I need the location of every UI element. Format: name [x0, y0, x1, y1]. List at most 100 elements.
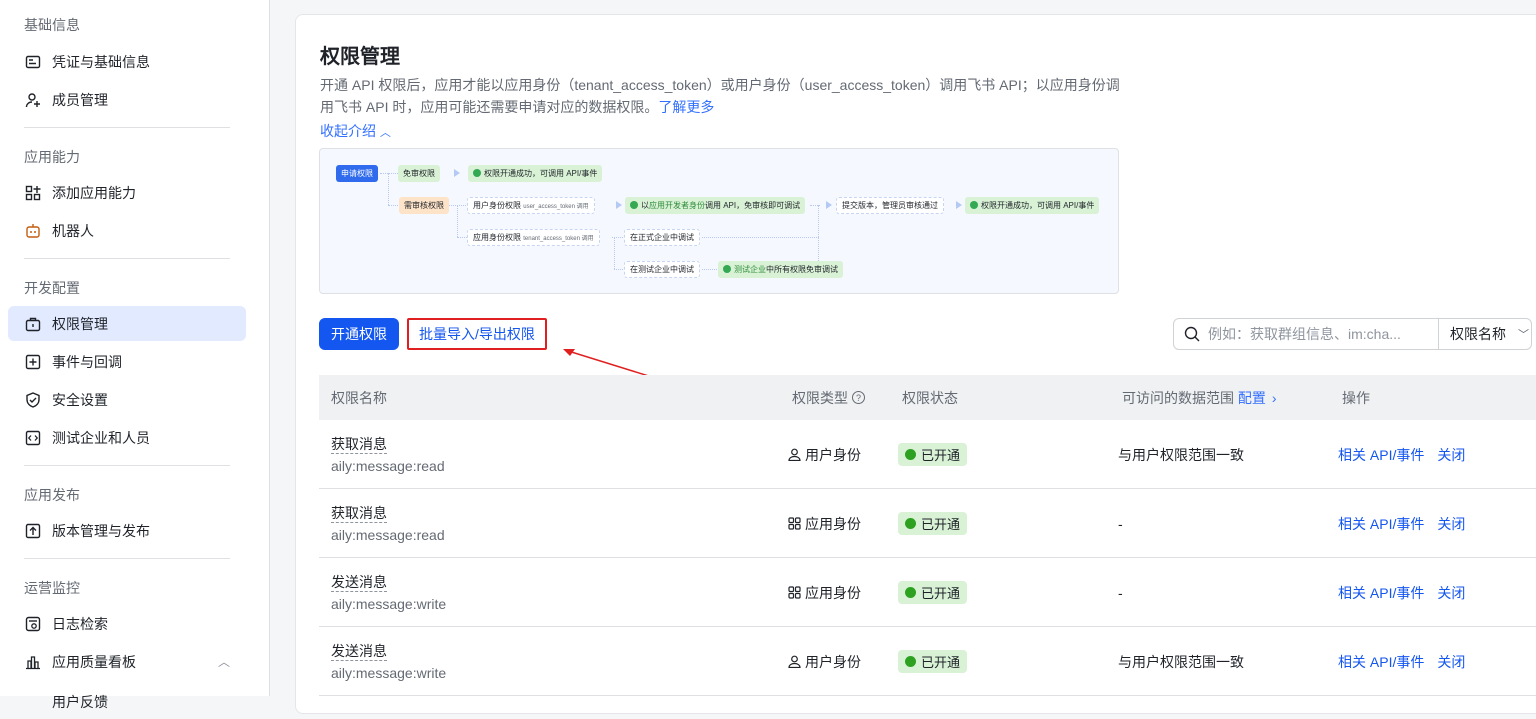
sidebar-item-permissions[interactable]: 权限管理 [8, 306, 246, 341]
permission-type-cell: 应用身份 [788, 558, 861, 627]
sidebar-item-members[interactable]: 成员管理 [8, 82, 246, 117]
node-success: 权限开通成功，可调用 API/事件 [468, 165, 602, 182]
sidebar-item-label: 事件与回调 [52, 352, 122, 372]
sidebar-item-logs[interactable]: 日志检索 [8, 606, 246, 641]
close-permission-link[interactable]: 关闭 [1437, 445, 1465, 465]
debug-icon [723, 265, 731, 273]
status-text: 已开通 [921, 445, 960, 464]
node-text: 调用 API，免审核即可调试 [705, 201, 800, 210]
permission-name[interactable]: 获取消息 [331, 505, 387, 523]
divider [24, 127, 230, 128]
permission-type-cell: 应用身份 [788, 489, 861, 558]
sidebar-item-events[interactable]: 事件与回调 [8, 344, 246, 379]
sidebar-item-credentials[interactable]: 凭证与基础信息 [8, 44, 246, 79]
data-scope: - [1118, 558, 1123, 627]
chevron-right-icon[interactable]: › [1272, 390, 1277, 406]
chevron-up-icon[interactable]: ︿ [218, 653, 230, 670]
node-app-perm: 应用身份权限 tenant_access_token 调用 [467, 229, 600, 246]
permission-name[interactable]: 发送消息 [331, 574, 387, 592]
node-free: 免审权限 [398, 165, 440, 182]
event-icon [24, 353, 42, 371]
header-ops: 操作 [1342, 375, 1370, 420]
related-api-link[interactable]: 相关 API/事件 [1338, 583, 1424, 603]
permission-name-cell: 获取消息aily:message:read [331, 420, 445, 489]
shield-icon [24, 391, 42, 409]
search-field-select[interactable]: 权限名称 ﹀ [1438, 319, 1531, 349]
sidebar-item-label: 安全设置 [52, 390, 108, 410]
search-input[interactable] [1208, 326, 1438, 342]
sidebar-item-label: 成员管理 [52, 90, 108, 110]
permission-type-cell: 用户身份 [788, 627, 861, 696]
status-badge: 已开通 [898, 512, 967, 535]
header-type: 权限类型? [792, 375, 865, 420]
select-value: 权限名称 [1450, 324, 1506, 344]
configure-scope-link[interactable]: 配置 [1238, 388, 1266, 408]
permission-status-cell: 已开通 [898, 420, 967, 489]
batch-import-export-button[interactable]: 批量导入/导出权限 [407, 318, 547, 350]
table-header: 权限名称 权限类型? 权限状态 可访问的数据范围 配置› 操作 [319, 375, 1536, 420]
data-scope: 与用户权限范围一致 [1118, 420, 1244, 489]
sidebar-item-feedback[interactable]: 用户反馈 [8, 684, 246, 719]
credential-icon [24, 53, 42, 71]
node-user-perm: 用户身份权限 user_access_token 调用 [467, 197, 595, 214]
open-permission-button[interactable]: 开通权限 [319, 318, 399, 350]
chevron-down-icon: ﹀ [1518, 326, 1529, 342]
header-status: 权限状态 [902, 375, 958, 420]
divider [24, 558, 230, 559]
user-add-icon [24, 91, 42, 109]
sidebar-item-test-tenants[interactable]: 测试企业和人员 [8, 420, 246, 455]
node-test-free: 测试企业中所有权限免审调试 [718, 261, 843, 278]
data-scope: - [1118, 489, 1123, 558]
related-api-link[interactable]: 相关 API/事件 [1338, 445, 1424, 465]
group-label: 应用能力 [24, 147, 80, 167]
sidebar-item-label: 机器人 [52, 221, 94, 241]
sidebar-item-label: 应用质量看板 [52, 652, 136, 672]
close-permission-link[interactable]: 关闭 [1437, 583, 1465, 603]
toolbox-icon [24, 315, 42, 333]
permission-type-cell: 用户身份 [788, 420, 861, 489]
header-label: 权限类型 [792, 388, 848, 408]
sidebar: 基础信息 凭证与基础信息 成员管理 应用能力 添加应用能力 机器人 开发配置 权… [0, 0, 270, 696]
permission-key: aily:message:write [331, 665, 446, 681]
robot-icon [24, 222, 42, 240]
permission-name[interactable]: 发送消息 [331, 643, 387, 661]
close-permission-link[interactable]: 关闭 [1437, 652, 1465, 672]
status-text: 已开通 [921, 583, 960, 602]
node-dev-debug: 以应用开发者身份调用 API，免审核即可调试 [625, 197, 805, 214]
help-icon[interactable]: ? [852, 391, 865, 404]
divider [24, 465, 230, 466]
sidebar-item-versions[interactable]: 版本管理与发布 [8, 513, 246, 548]
operations-cell: 相关 API/事件关闭 [1338, 420, 1478, 489]
permission-status-cell: 已开通 [898, 627, 967, 696]
group-label: 应用发布 [24, 485, 80, 505]
operations-cell: 相关 API/事件关闭 [1338, 489, 1478, 558]
sidebar-item-quality[interactable]: 应用质量看板 ︿ [8, 644, 246, 679]
close-permission-link[interactable]: 关闭 [1437, 514, 1465, 534]
sidebar-item-add-capability[interactable]: 添加应用能力 [8, 175, 246, 210]
description-text: 开通 API 权限后，应用才能以应用身份（tenant_access_token… [320, 77, 1120, 115]
check-circle-icon [905, 587, 916, 598]
learn-more-link[interactable]: 了解更多 [658, 99, 714, 115]
header-name: 权限名称 [331, 375, 387, 420]
node-test: 在测试企业中调试 [624, 261, 700, 278]
node-submit: 提交版本，管理员审核通过 [836, 197, 944, 214]
sidebar-item-bot[interactable]: 机器人 [8, 213, 246, 248]
table-row: 发送消息 aily:message:write 应用身份 已开通 - 相关 API… [319, 558, 1536, 627]
permission-name[interactable]: 获取消息 [331, 436, 387, 454]
permission-key: aily:message:write [331, 596, 446, 612]
collapse-label: 收起介绍 [320, 123, 376, 139]
node-text: 应用身份权限 [473, 233, 521, 242]
header-scope: 可访问的数据范围 配置› [1122, 375, 1277, 420]
permission-name-cell: 发送消息 aily:message:write [331, 558, 446, 627]
page-description: 开通 API 权限后，应用才能以应用身份（tenant_access_token… [320, 74, 1120, 118]
node-success-2: 权限开通成功，可调用 API/事件 [965, 197, 1099, 214]
related-api-link[interactable]: 相关 API/事件 [1338, 652, 1424, 672]
divider [24, 258, 230, 259]
check-circle-icon [905, 518, 916, 529]
permission-name-cell: 发送消息 aily:message:write [331, 627, 446, 696]
node-text: 中所有权限免审调试 [766, 265, 838, 274]
sidebar-item-security[interactable]: 安全设置 [8, 382, 246, 417]
collapse-intro-button[interactable]: 收起介绍 ︿ [320, 121, 391, 141]
code-icon [24, 429, 42, 447]
related-api-link[interactable]: 相关 API/事件 [1338, 514, 1424, 534]
